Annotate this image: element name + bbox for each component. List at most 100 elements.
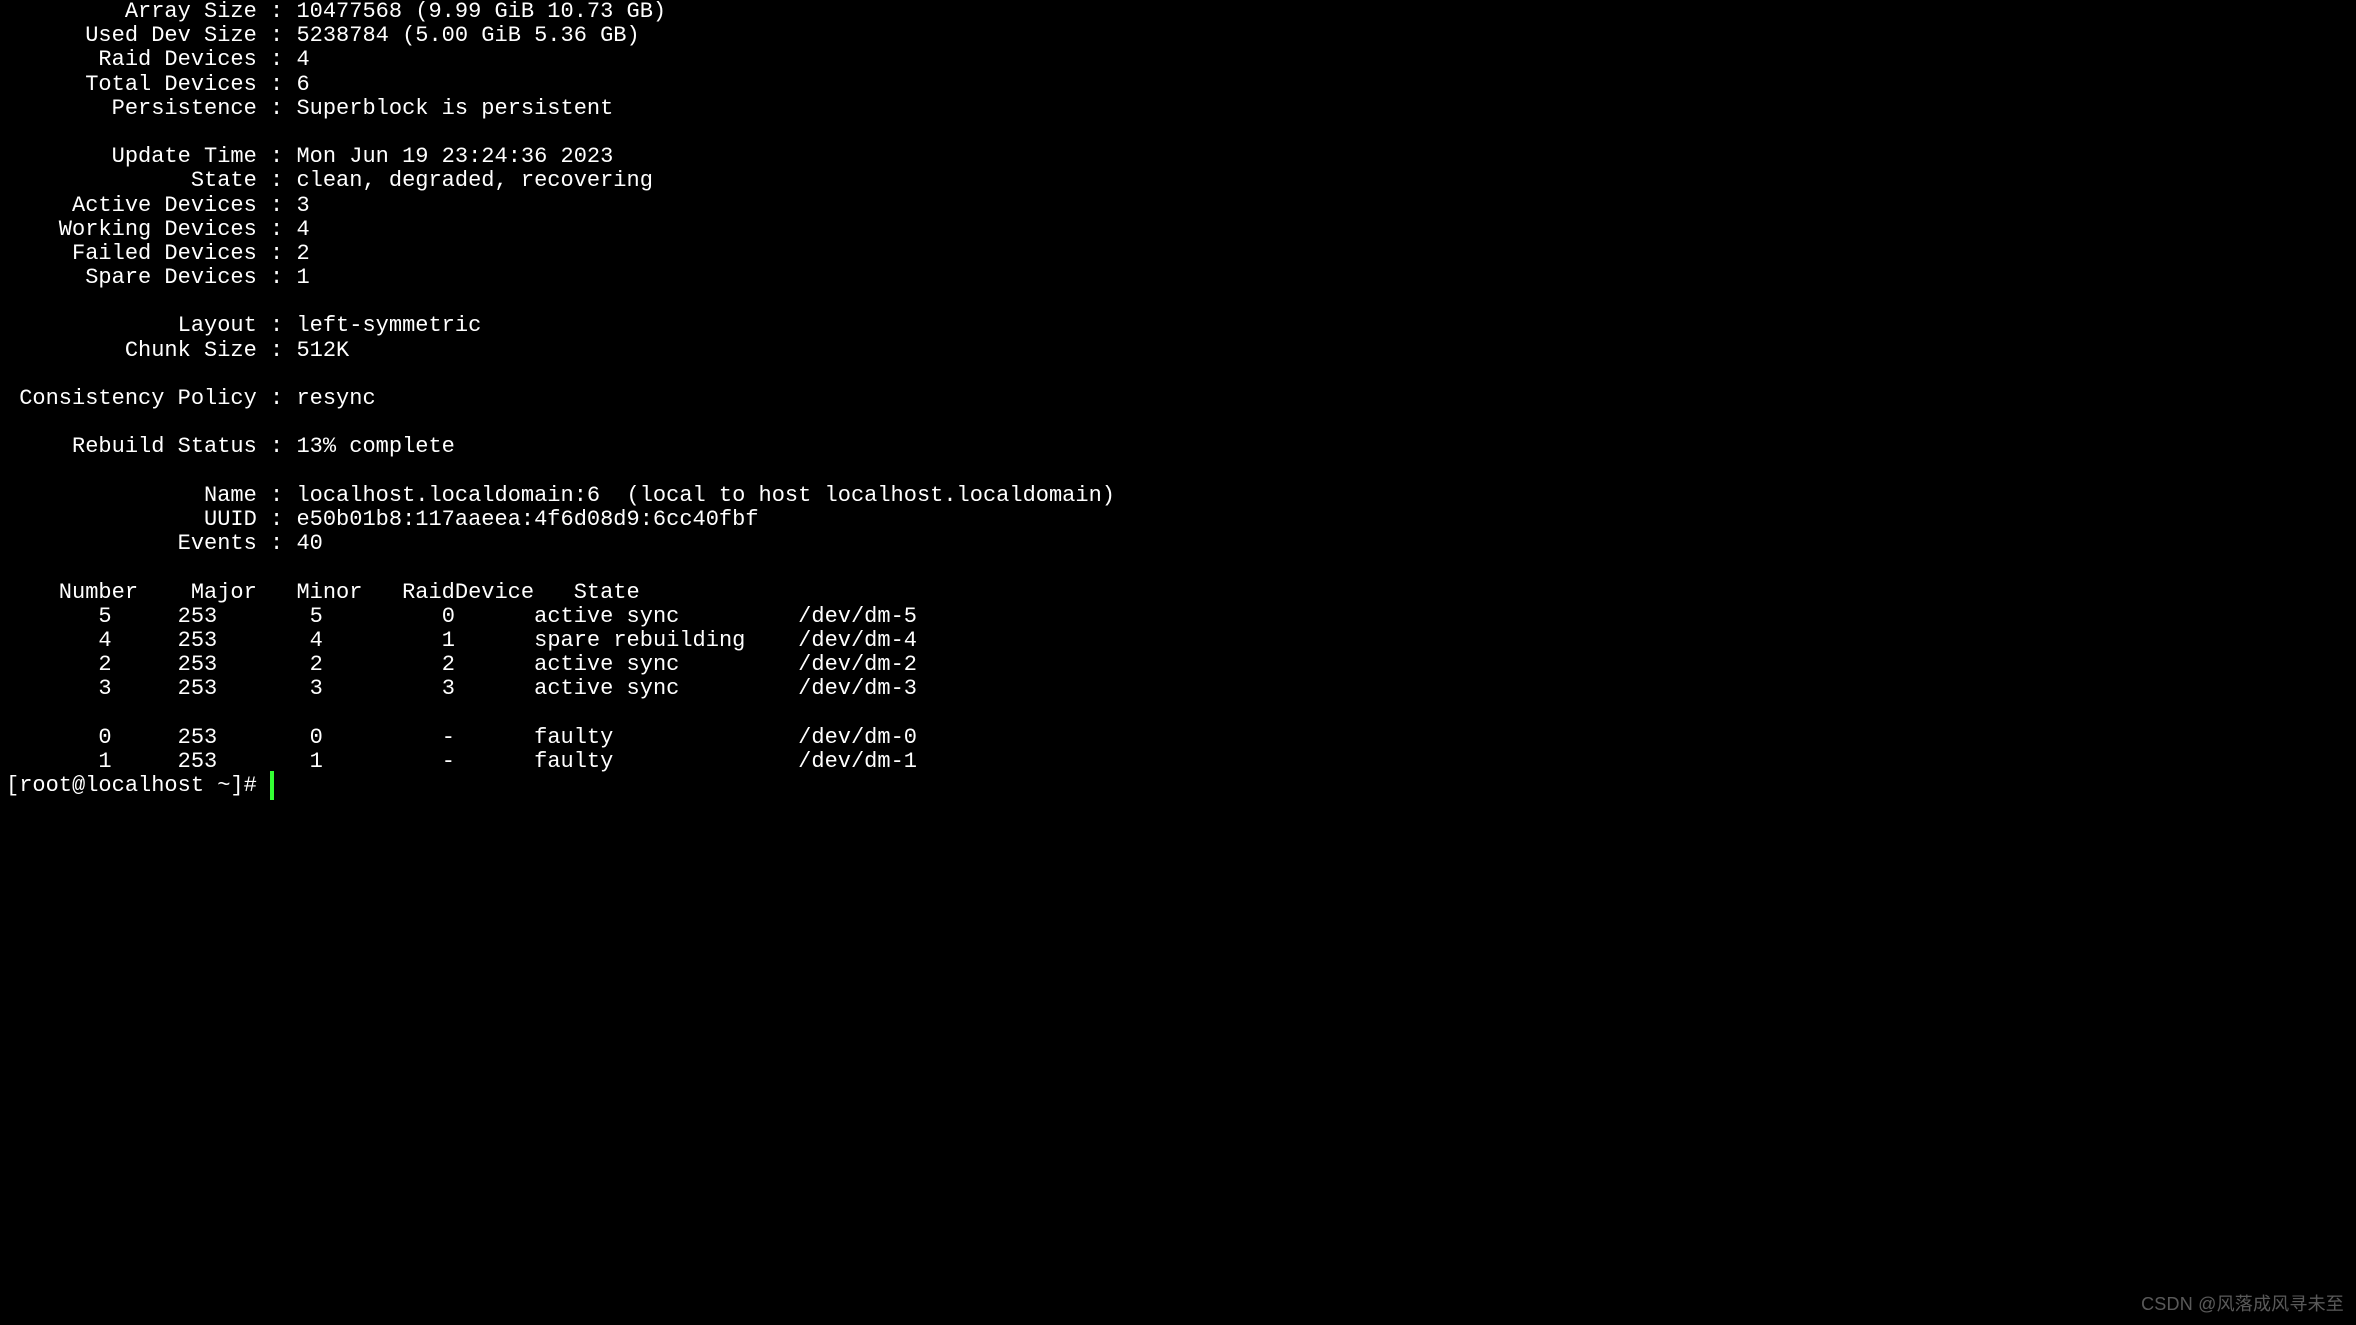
detail-line: Active Devices : 3 [6,193,310,218]
detail-line: Update Time : Mon Jun 19 23:24:36 2023 [6,144,613,169]
col-raiddevice: 1 [323,628,455,653]
detail-line: Consistency Policy : resync [6,386,376,411]
detail-label: Raid Devices [6,47,257,72]
col-major: 253 [112,725,218,750]
detail-value: resync [296,386,375,411]
detail-label: Rebuild Status [6,434,257,459]
col-minor: 5 [217,604,323,629]
col-devpath: /dev/dm-1 [798,749,917,774]
detail-label: Persistence [6,96,257,121]
col-number: 4 [6,628,112,653]
device-table-header: Number Major Minor RaidDevice State [6,580,640,605]
col-number: 0 [6,725,112,750]
detail-line: Total Devices : 6 [6,72,310,97]
detail-line: Used Dev Size : 5238784 (5.00 GiB 5.36 G… [6,23,640,48]
cursor-block[interactable] [270,771,274,800]
col-minor: 3 [217,676,323,701]
detail-line: State : clean, degraded, recovering [6,168,653,193]
detail-label: Failed Devices [6,241,257,266]
col-devpath: /dev/dm-4 [798,628,917,653]
col-number: 5 [6,604,112,629]
col-major: 253 [112,604,218,629]
detail-value: 6 [296,72,309,97]
shell-prompt-line[interactable]: [root@localhost ~]# [6,773,274,798]
detail-value: 5238784 (5.00 GiB 5.36 GB) [296,23,639,48]
detail-value: 40 [296,531,322,556]
detail-line: Name : localhost.localdomain:6 (local to… [6,483,1115,508]
detail-label: Total Devices [6,72,257,97]
col-devpath: /dev/dm-3 [798,676,917,701]
detail-value: 10477568 (9.99 GiB 10.73 GB) [296,0,666,24]
detail-label: State [6,168,257,193]
col-devpath: /dev/dm-2 [798,652,917,677]
col-number: 1 [6,749,112,774]
detail-label: Spare Devices [6,265,257,290]
device-row: 4 253 4 1 spare rebuilding /dev/dm-4 [6,628,917,653]
device-row: 0 253 0 - faulty /dev/dm-0 [6,725,917,750]
col-raiddevice: 0 [323,604,455,629]
col-raiddevice: - [323,749,455,774]
col-devpath: /dev/dm-5 [798,604,917,629]
detail-line: Raid Devices : 4 [6,47,310,72]
detail-line: Persistence : Superblock is persistent [6,96,613,121]
device-row: 5 253 5 0 active sync /dev/dm-5 [6,604,917,629]
col-minor: 2 [217,652,323,677]
detail-value: 1 [296,265,309,290]
col-state: active sync [534,676,758,701]
detail-label: Consistency Policy [6,386,257,411]
device-row: 2 253 2 2 active sync /dev/dm-2 [6,652,917,677]
col-major: 253 [112,652,218,677]
detail-value: Mon Jun 19 23:24:36 2023 [296,144,613,169]
detail-label: Update Time [6,144,257,169]
detail-value: 3 [296,193,309,218]
col-major: 253 [112,628,218,653]
detail-label: Array Size [6,0,257,24]
detail-line: Layout : left-symmetric [6,313,481,338]
detail-line: Failed Devices : 2 [6,241,310,266]
detail-value: 13% complete [296,434,454,459]
detail-value: left-symmetric [296,313,481,338]
detail-value: 4 [296,217,309,242]
detail-label: Layout [6,313,257,338]
detail-line: Chunk Size : 512K [6,338,349,363]
detail-value: 512K [296,338,349,363]
col-devpath: /dev/dm-0 [798,725,917,750]
shell-prompt: [root@localhost ~]# [6,773,270,798]
col-number: 3 [6,676,112,701]
col-raiddevice: 2 [323,652,455,677]
detail-value: Superblock is persistent [296,96,613,121]
detail-label: Name [6,483,257,508]
col-state: active sync [534,604,758,629]
col-state: active sync [534,652,758,677]
detail-value: 2 [296,241,309,266]
detail-value: 4 [296,47,309,72]
col-state: spare rebuilding [534,628,758,653]
detail-line: Working Devices : 4 [6,217,310,242]
col-raiddevice: - [323,725,455,750]
detail-label: UUID [6,507,257,532]
device-row: 1 253 1 - faulty /dev/dm-1 [6,749,917,774]
col-state: faulty [534,725,758,750]
detail-label: Used Dev Size [6,23,257,48]
col-number: 2 [6,652,112,677]
detail-label: Events [6,531,257,556]
device-row: 3 253 3 3 active sync /dev/dm-3 [6,676,917,701]
detail-label: Active Devices [6,193,257,218]
detail-line: Spare Devices : 1 [6,265,310,290]
detail-label: Chunk Size [6,338,257,363]
col-minor: 0 [217,725,323,750]
detail-value: e50b01b8:117aaeea:4f6d08d9:6cc40fbf [296,507,758,532]
watermark: CSDN @风落成风寻未至 [2141,1295,2344,1315]
detail-line: Rebuild Status : 13% complete [6,434,455,459]
col-minor: 4 [217,628,323,653]
col-major: 253 [112,676,218,701]
col-major: 253 [112,749,218,774]
detail-value: clean, degraded, recovering [296,168,652,193]
col-raiddevice: 3 [323,676,455,701]
detail-label: Working Devices [6,217,257,242]
terminal-output: Array Size : 10477568 (9.99 GiB 10.73 GB… [0,0,1115,798]
detail-line: Events : 40 [6,531,323,556]
col-state: faulty [534,749,758,774]
detail-line: Array Size : 10477568 (9.99 GiB 10.73 GB… [6,0,666,24]
detail-value: localhost.localdomain:6 (local to host l… [296,483,1115,508]
